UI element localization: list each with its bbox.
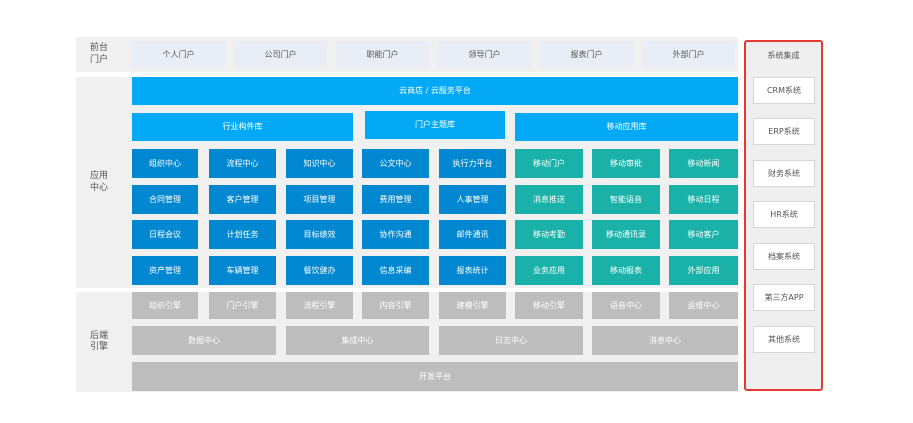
system-other[interactable]: 其他系统: [753, 326, 815, 353]
mobile-app-library[interactable]: 移动应用库: [515, 113, 738, 141]
portal-report[interactable]: 报表门户: [540, 41, 633, 68]
portal-function[interactable]: 职能门户: [336, 41, 429, 68]
portal-label: 前台 门户: [89, 43, 108, 65]
module-customer-mgmt[interactable]: 客户管理: [209, 185, 276, 214]
portal-company[interactable]: 公司门户: [234, 41, 327, 68]
message-center[interactable]: 消息中心: [592, 326, 738, 355]
module-project-mgmt[interactable]: 项目管理: [286, 185, 353, 214]
mobile-voice[interactable]: 智能语音: [592, 185, 660, 214]
module-expense-mgmt[interactable]: 费用管理: [362, 185, 429, 214]
module-mail[interactable]: 邮件通讯: [439, 220, 506, 249]
mobile-customer[interactable]: 移动客户: [669, 220, 738, 249]
module-report-stats[interactable]: 报表统计: [439, 256, 506, 285]
system-integration-title: 系统集成: [767, 51, 800, 60]
system-third-party-app[interactable]: 第三方APP: [753, 284, 815, 311]
module-catering[interactable]: 餐饮健办: [286, 256, 353, 285]
engine-voice-center[interactable]: 语音中心: [592, 292, 660, 319]
engine-modeling[interactable]: 建模引擎: [439, 292, 506, 319]
system-finance[interactable]: 财务系统: [753, 160, 815, 187]
engine-ops-center[interactable]: 运维中心: [669, 292, 738, 319]
app-center-label: 应用 中心: [89, 171, 108, 193]
data-center[interactable]: 数据中心: [132, 326, 276, 355]
log-center[interactable]: 日志中心: [439, 326, 583, 355]
portal-external[interactable]: 外部门户: [642, 41, 735, 68]
module-collaboration[interactable]: 协作沟通: [362, 220, 429, 249]
portal-leader[interactable]: 领导门户: [438, 41, 531, 68]
module-schedule-meeting[interactable]: 日程会议: [132, 220, 198, 249]
mobile-report[interactable]: 移动报表: [592, 256, 660, 285]
engine-process[interactable]: 流程引擎: [286, 292, 353, 319]
module-hr-mgmt[interactable]: 人事管理: [439, 185, 506, 214]
integration-center[interactable]: 集成中心: [286, 326, 429, 355]
mobile-approval[interactable]: 移动审批: [592, 149, 660, 178]
module-document-center[interactable]: 公文中心: [362, 149, 429, 178]
system-erp[interactable]: ERP系统: [753, 118, 815, 145]
cloud-store-bar[interactable]: 云商店 / 云服务平台: [132, 77, 738, 105]
engine-content[interactable]: 内容引擎: [362, 292, 429, 319]
module-info-collection[interactable]: 信息采编: [362, 256, 429, 285]
module-goal-performance[interactable]: 目标绩效: [286, 220, 353, 249]
engine-mobile[interactable]: 移动引擎: [515, 292, 583, 319]
mobile-push[interactable]: 消息推送: [515, 185, 583, 214]
mobile-contacts[interactable]: 移动通讯录: [592, 220, 660, 249]
industry-component-library[interactable]: 行业构件库: [132, 113, 353, 141]
engine-portal[interactable]: 门户引擎: [209, 292, 276, 319]
module-process-center[interactable]: 流程中心: [209, 149, 276, 178]
module-contract-mgmt[interactable]: 合同管理: [132, 185, 198, 214]
engine-org[interactable]: 组织引擎: [132, 292, 198, 319]
module-execution-platform[interactable]: 执行力平台: [439, 149, 506, 178]
system-crm[interactable]: CRM系统: [753, 77, 815, 104]
module-plan-task[interactable]: 计划任务: [209, 220, 276, 249]
mobile-attendance[interactable]: 移动考勤: [515, 220, 583, 249]
module-org-center[interactable]: 组织中心: [132, 149, 198, 178]
module-asset-mgmt[interactable]: 资产管理: [132, 256, 198, 285]
portal-theme-library[interactable]: 门户主题库: [365, 111, 505, 139]
module-knowledge-center[interactable]: 知识中心: [286, 149, 353, 178]
system-hr[interactable]: HR系统: [753, 201, 815, 228]
mobile-portal[interactable]: 移动门户: [515, 149, 583, 178]
mobile-business-app[interactable]: 业务应用: [515, 256, 583, 285]
backend-label: 后端 引擎: [89, 330, 108, 352]
dev-platform[interactable]: 开发平台: [132, 362, 738, 391]
mobile-schedule[interactable]: 移动日程: [669, 185, 738, 214]
system-archive[interactable]: 档案系统: [753, 243, 815, 270]
module-vehicle-mgmt[interactable]: 车辆管理: [209, 256, 276, 285]
mobile-external-app[interactable]: 外部应用: [669, 256, 738, 285]
portal-personal[interactable]: 个人门户: [132, 41, 225, 68]
mobile-news[interactable]: 移动新闻: [669, 149, 738, 178]
